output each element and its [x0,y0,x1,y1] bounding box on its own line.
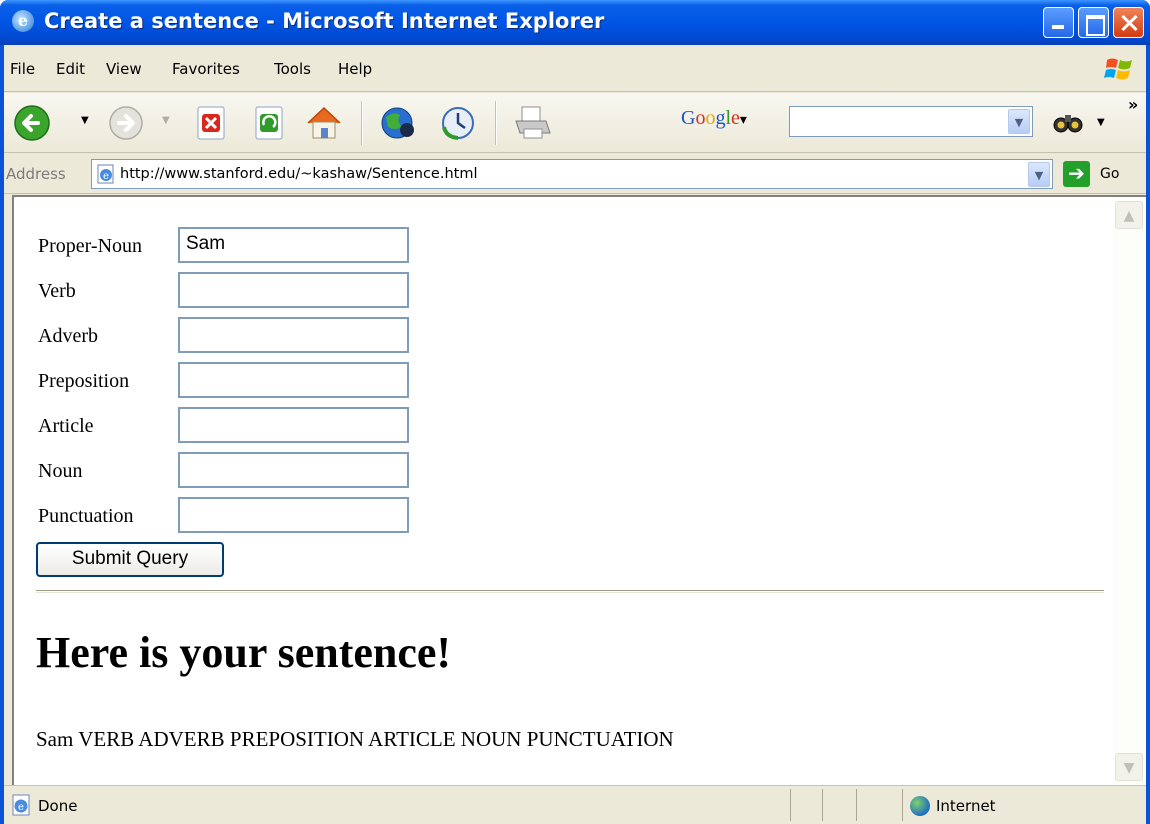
result-sentence: Sam VERB ADVERB PREPOSITION ARTICLE NOUN… [36,727,674,751]
horizontal-rule [36,590,1104,593]
refresh-button[interactable] [247,101,291,145]
menu-view[interactable]: View [106,60,142,78]
menu-help[interactable]: Help [338,60,372,78]
back-icon [14,105,50,141]
chevron-down-icon[interactable]: ▼ [1008,109,1030,134]
toolbar: ▼ ▼ Google▾ ▼ ▼ » [4,93,1146,153]
svg-text:e: e [103,171,109,182]
media-button[interactable] [376,101,420,145]
verb-input[interactable] [178,272,409,308]
field-label: Proper-Noun [38,235,143,257]
form-row-noun: Noun [38,452,538,488]
go-button[interactable]: ➔ Go [1063,161,1138,189]
field-label: Article [38,415,94,437]
refresh-icon [255,106,283,140]
history-icon [442,107,474,140]
ie-logo-icon: e [12,10,34,32]
stop-button[interactable] [189,101,233,145]
field-label: Preposition [38,370,130,392]
maximize-button[interactable] [1078,7,1109,38]
vertical-scrollbar[interactable]: ▲ ▼ [1113,195,1146,785]
print-button[interactable] [510,101,554,145]
toolbar-separator [495,101,497,145]
toolbar-overflow-chevron[interactable]: » [1128,95,1138,114]
article-input[interactable] [178,407,409,443]
form-row-punctuation: Punctuation [38,497,538,533]
form-row-article: Article [38,407,538,443]
google-menu-arrow[interactable]: ▾ [740,113,747,128]
address-input[interactable]: e http://www.stanford.edu/~kashaw/Senten… [91,159,1053,189]
toolbar-separator [361,101,363,145]
back-button[interactable] [12,101,56,145]
result-heading: Here is your sentence! [36,628,452,677]
status-text: Done [38,797,78,815]
preposition-input[interactable] [178,362,409,398]
field-label: Adverb [38,325,98,347]
address-label: Address [6,165,66,183]
history-button[interactable] [436,101,480,145]
menu-favorites[interactable]: Favorites [172,60,240,78]
home-icon [307,106,341,139]
google-search-input[interactable]: ▼ [789,106,1033,137]
binoculars-dropdown-arrow-icon[interactable]: ▼ [1097,117,1105,128]
page-icon: e [97,164,114,184]
status-divider [790,789,791,821]
status-divider [902,789,903,821]
form-row-adverb: Adverb [38,317,538,353]
adverb-input[interactable] [178,317,409,353]
menu-tools[interactable]: Tools [274,60,311,78]
minimize-button[interactable] [1043,7,1074,38]
globe-icon [910,796,930,816]
browser-window: e Create a sentence - Microsoft Internet… [0,0,1150,824]
windows-flag-icon [1104,58,1132,80]
menu-edit[interactable]: Edit [56,60,85,78]
address-bar: Address e http://www.stanford.edu/~kasha… [4,154,1146,194]
form-row-preposition: Preposition [38,362,538,398]
go-arrow-icon: ➔ [1063,161,1090,187]
go-label: Go [1100,166,1120,182]
media-icon [381,107,414,139]
svg-text:e: e [18,802,24,813]
form-row-proper-noun: Proper-Noun Sam [38,227,538,263]
close-button[interactable] [1113,7,1144,38]
punctuation-input[interactable] [178,497,409,533]
binoculars-button[interactable] [1047,101,1091,145]
page-content: Proper-Noun Sam Verb Adverb Preposition … [12,195,1113,785]
forward-dropdown-arrow-icon[interactable]: ▼ [162,115,170,126]
status-bar: e Done Internet [4,785,1146,824]
binoculars-icon [1053,115,1083,133]
stop-icon [197,106,225,140]
back-dropdown-arrow-icon[interactable]: ▼ [81,115,89,126]
google-logo[interactable]: Google▾ [681,107,747,130]
noun-input[interactable] [178,452,409,488]
status-divider [822,789,823,821]
field-label: Punctuation [38,505,134,527]
address-history-arrow-icon[interactable]: ▼ [1028,162,1050,187]
menu-file[interactable]: File [10,60,35,78]
forward-icon [109,106,143,140]
scroll-up-arrow-icon[interactable]: ▲ [1115,201,1143,229]
field-label: Verb [38,280,76,302]
submit-query-button[interactable]: Submit Query [36,542,224,577]
home-button[interactable] [302,101,346,145]
form-row-verb: Verb [38,272,538,308]
forward-button[interactable] [104,101,148,145]
title-bar[interactable]: e Create a sentence - Microsoft Internet… [0,0,1150,45]
address-url: http://www.stanford.edu/~kashaw/Sentence… [120,166,478,182]
window-title: Create a sentence - Microsoft Internet E… [44,9,605,33]
print-icon [515,106,551,139]
field-label: Noun [38,460,83,482]
page-done-icon: e [12,794,30,816]
security-zone-label: Internet [936,797,996,815]
status-divider [856,789,857,821]
menu-bar: File Edit View Favorites Tools Help [4,45,1146,92]
proper-noun-input[interactable]: Sam [178,227,409,263]
scroll-down-arrow-icon[interactable]: ▼ [1115,753,1143,781]
